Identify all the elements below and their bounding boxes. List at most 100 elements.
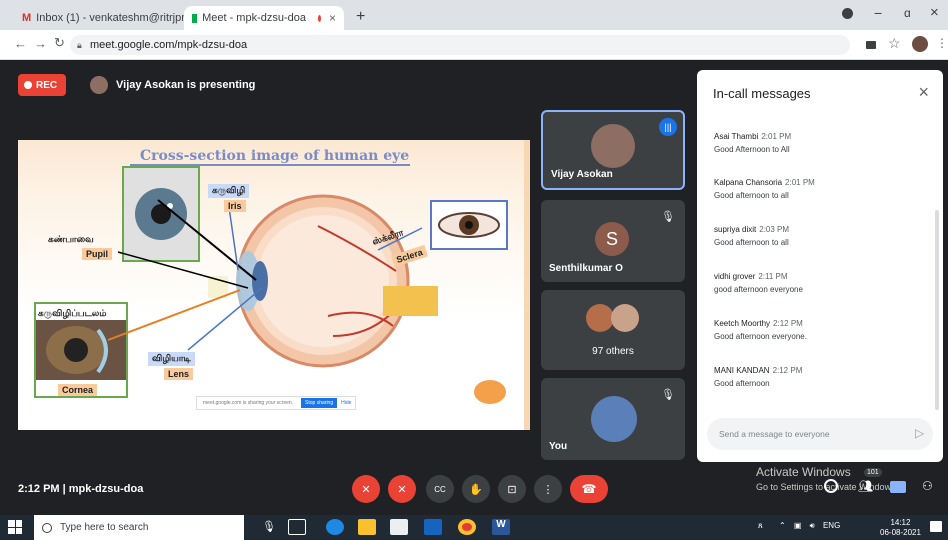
profile-dot-icon[interactable] — [842, 8, 853, 19]
activate-windows-watermark: Activate Windows — [756, 465, 851, 479]
participant-name: 97 others — [592, 346, 634, 357]
rec-label: REC — [36, 79, 58, 91]
gmail-icon: M — [22, 12, 32, 24]
network-icon[interactable]: ▣ — [794, 521, 802, 530]
send-icon[interactable]: ▷ — [915, 426, 929, 440]
info-icon[interactable] — [824, 479, 838, 493]
mail-icon[interactable] — [424, 519, 442, 535]
chevron-up-icon[interactable]: ⌃ — [779, 521, 786, 530]
participant-count-badge: 101 — [864, 468, 882, 477]
tab-meet[interactable]: Meet - mpk-dzsu-doa × — [184, 6, 344, 30]
message-sender: Asai Thambi — [714, 132, 759, 141]
hang-up-icon: ☎ — [581, 482, 597, 496]
chat-message: vidhi grover 2:11 PM good afternoon every… — [714, 272, 924, 294]
maximize-button[interactable]: ɑ — [904, 6, 911, 20]
presenting-text: Vijay Asokan is presenting — [116, 79, 256, 91]
file-explorer-icon[interactable] — [358, 519, 376, 535]
close-tab-icon[interactable]: × — [329, 11, 336, 25]
close-window-button[interactable]: × — [930, 4, 939, 21]
forward-arrow-icon[interactable]: → — [34, 36, 47, 51]
present-screen-icon: ⊡ — [507, 483, 517, 496]
participant-name: Vijay Asokan — [551, 169, 613, 180]
reload-icon[interactable]: ↻ — [54, 35, 65, 51]
iris-label: Iris — [224, 200, 246, 212]
address-bar-row: ← → ↻ 🔒︎ meet.google.com/mpk-dzsu-doa ☆ … — [0, 30, 948, 60]
close-panel-button[interactable]: × — [918, 82, 929, 103]
leave-call-button[interactable]: ☎ — [570, 475, 608, 503]
pupil-tamil-label: கண்பாவை — [48, 234, 94, 244]
camera-in-use-icon[interactable] — [866, 41, 876, 49]
avatar — [591, 396, 637, 442]
volume-icon[interactable]: 🔊︎ — [810, 521, 815, 530]
clock-time: 14:12 — [890, 518, 911, 527]
message-sender: MANI KANDAN — [714, 366, 770, 375]
message-sender: Kalpana Chansoria — [714, 178, 783, 187]
in-call-messages-panel: In-call messages × Asai Thambi 2:01 PM Go… — [697, 70, 943, 462]
word-icon[interactable]: W — [492, 519, 510, 535]
participant-tile-you[interactable]: 🎙︎ You — [541, 378, 685, 460]
camera-toggle-button[interactable]: ✕ — [388, 475, 416, 503]
raise-hand-button[interactable]: ✋ — [462, 475, 490, 503]
screen-share-bar: meet.google.com is sharing your screen. … — [196, 396, 356, 410]
activities-icon[interactable]: ⚇ — [922, 479, 933, 493]
tab-label: Inbox (1) - venkateshm@ritrjpm. — [36, 12, 194, 24]
notifications-icon[interactable] — [930, 521, 942, 532]
language-indicator[interactable]: ENG — [823, 521, 840, 530]
present-button[interactable]: ⊡ — [498, 475, 526, 503]
participant-tile-vijay[interactable]: ||| Vijay Asokan — [541, 110, 685, 190]
people-icon[interactable]: 👥︎ — [858, 479, 873, 493]
captions-button[interactable]: CC — [426, 475, 454, 503]
task-view-icon[interactable] — [288, 519, 306, 535]
avatar: S — [595, 222, 629, 256]
new-tab-button[interactable]: + — [356, 8, 365, 26]
search-icon — [42, 522, 52, 533]
participant-tile-senthilkumar[interactable]: S 🎙︎ Senthilkumar O — [541, 200, 685, 282]
presentation-screen: Cross-section image of human eye கருவிழி… — [18, 140, 530, 430]
recording-dot-icon — [318, 14, 321, 22]
mic-off-icon: 🎙︎ — [661, 389, 675, 401]
minimize-button[interactable]: − — [874, 5, 882, 21]
recording-badge: REC — [18, 74, 66, 96]
more-options-button[interactable]: ⋮ — [534, 475, 562, 503]
chat-message-input[interactable]: Send a message to everyone — [707, 418, 933, 450]
cornea-tamil-label: கருவிழிப்படலம் — [38, 308, 107, 320]
mic-toggle-button[interactable]: ✕ — [352, 475, 380, 503]
profile-avatar[interactable] — [912, 36, 928, 52]
hide-button[interactable]: Hide — [341, 400, 351, 406]
message-text: good afternoon everyone — [714, 285, 803, 294]
taskbar-search[interactable]: Type here to search — [34, 515, 244, 540]
eye-closeup-image — [432, 202, 506, 248]
mic-off-icon: 🎙︎ — [661, 211, 675, 223]
share-bar-text: meet.google.com is sharing your screen. — [203, 400, 294, 406]
orange-circle-shape — [474, 380, 506, 404]
chat-scrollbar[interactable] — [935, 210, 939, 410]
search-placeholder: Type here to search — [60, 522, 149, 533]
presenter-banner: Vijay Asokan is presenting — [90, 76, 255, 94]
system-tray: ጸ ⌃ ▣ 🔊︎ ENG — [758, 521, 840, 531]
edge-browser-icon[interactable] — [326, 519, 344, 535]
lens-tamil-label: விழியாடி — [148, 352, 195, 366]
slide-title: Cross-section image of human eye — [140, 148, 410, 164]
back-arrow-icon[interactable]: ← — [14, 36, 27, 51]
chat-icon[interactable] — [890, 481, 906, 493]
panel-title: In-call messages — [713, 86, 811, 101]
windows-start-icon[interactable] — [8, 520, 22, 534]
chat-message: Keetch Moorthy 2:12 PM Good afternoon eve… — [714, 319, 924, 341]
store-icon[interactable] — [390, 519, 408, 535]
bookmark-star-icon[interactable]: ☆ — [888, 35, 901, 52]
people-tray-icon[interactable]: ጸ — [758, 521, 763, 530]
url-field[interactable]: 🔒︎ meet.google.com/mpk-dzsu-doa — [70, 35, 850, 55]
pupil-label: Pupil — [82, 248, 112, 260]
mic-off-icon: ✕ — [361, 483, 371, 496]
message-time: 2:12 PM — [773, 319, 803, 328]
message-time: 2:12 PM — [772, 366, 803, 375]
taskbar-clock[interactable]: 14:12 06-08-2021 — [880, 518, 921, 538]
meet-icon — [192, 13, 198, 23]
stop-sharing-button[interactable]: Stop sharing — [301, 398, 338, 408]
participant-tile-others[interactable]: 97 others — [541, 290, 685, 370]
chrome-icon[interactable] — [458, 519, 476, 535]
microphone-icon[interactable]: 🎙︎ — [262, 520, 276, 533]
message-sender: supriya dixit — [714, 225, 757, 234]
participant-name: Senthilkumar O — [549, 263, 623, 274]
browser-menu-icon[interactable]: ⋮ — [936, 36, 948, 50]
